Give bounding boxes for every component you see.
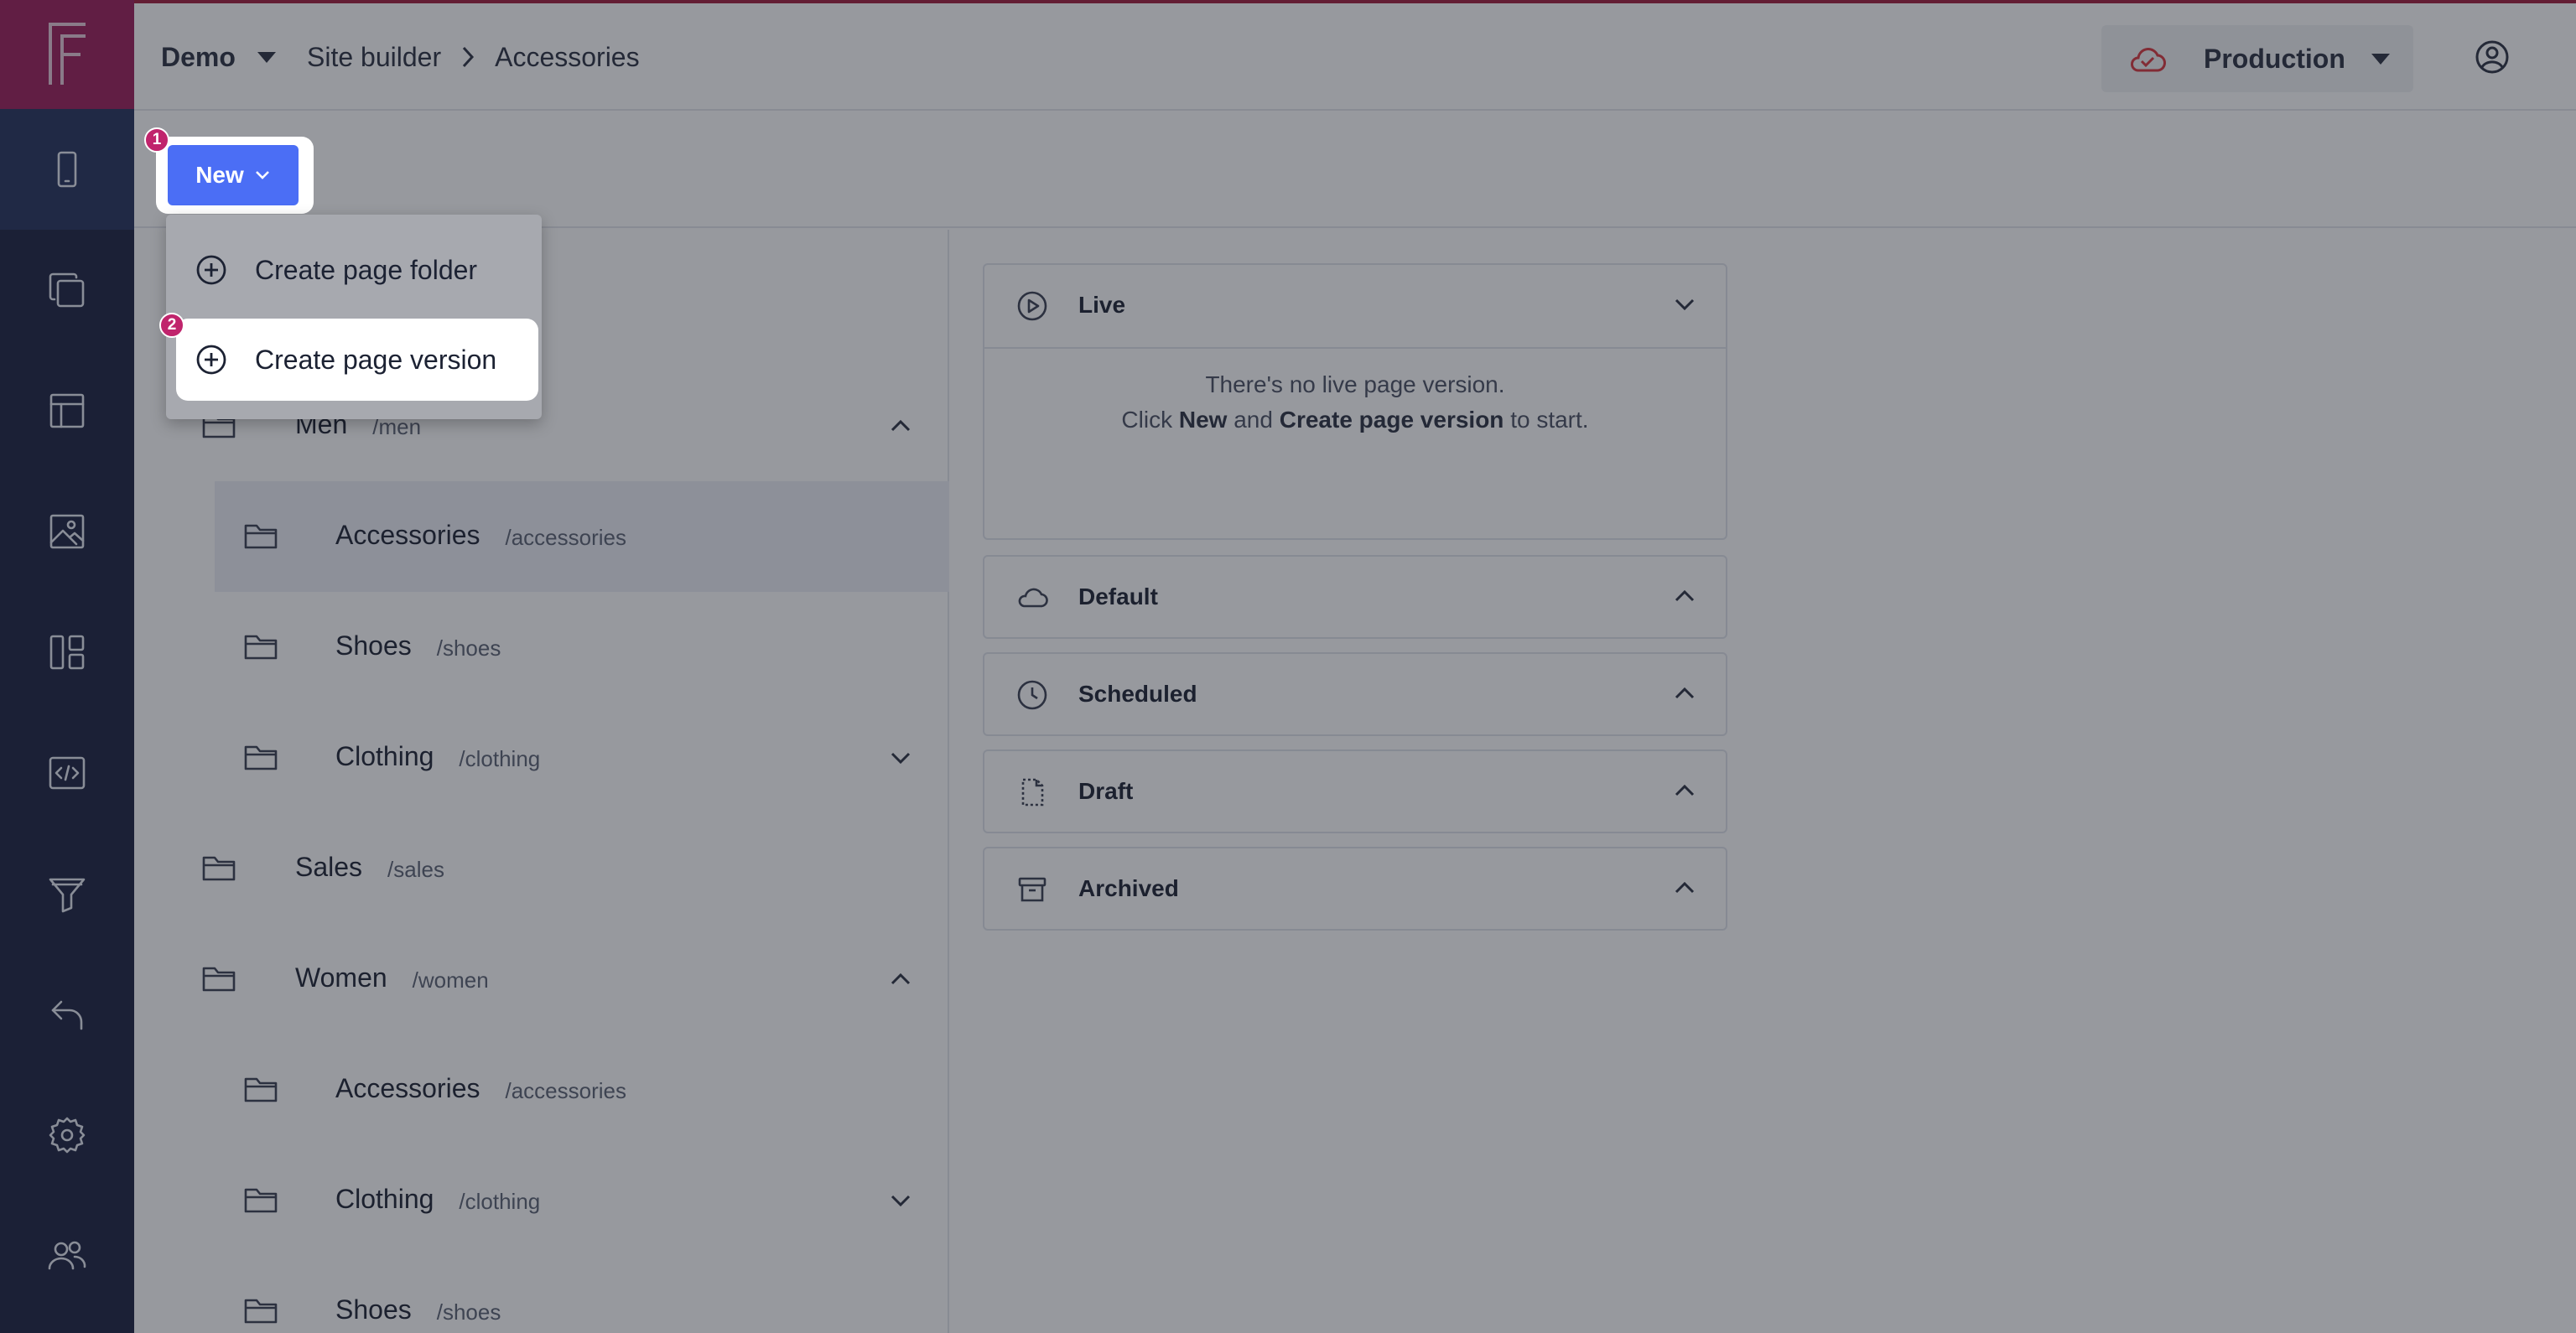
tour-step-badge-1: 1 bbox=[144, 127, 169, 153]
menu-item-create-page-version[interactable]: Create page version bbox=[166, 316, 542, 403]
menu-item-create-page-folder[interactable]: Create page folder bbox=[166, 226, 542, 314]
menu-item-label: Create page version bbox=[255, 344, 497, 375]
tour-highlight-create-version: Create page version bbox=[176, 319, 538, 401]
new-button-label: New bbox=[195, 162, 244, 188]
plus-circle-icon bbox=[196, 255, 226, 285]
tour-overlay[interactable] bbox=[0, 0, 2576, 1333]
new-button[interactable]: New bbox=[168, 145, 299, 205]
tour-step-badge-2: 2 bbox=[159, 313, 184, 338]
tour-highlight-new: New bbox=[156, 137, 314, 214]
plus-circle-icon bbox=[196, 345, 226, 375]
chevron-down-icon bbox=[255, 171, 269, 179]
menu-item-label: Create page folder bbox=[255, 254, 478, 285]
